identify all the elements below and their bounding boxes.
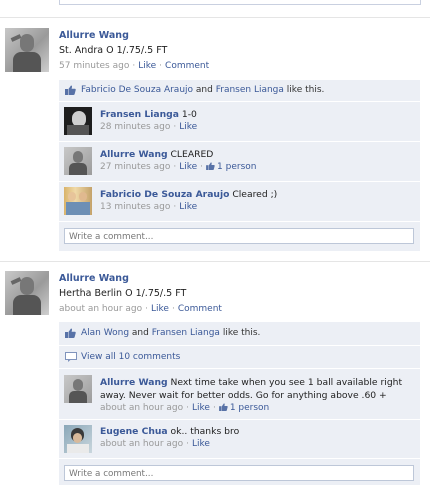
- comment-likes-count[interactable]: 1 person: [217, 162, 256, 172]
- comment-bubble-icon: [65, 352, 77, 362]
- like-link[interactable]: Like: [138, 61, 156, 71]
- avatar[interactable]: [64, 375, 92, 403]
- likes-and: and: [131, 328, 149, 338]
- likes-suffix: like this.: [286, 85, 325, 95]
- story-text: St. Andra O 1/.75/.5 FT: [59, 45, 168, 56]
- story-divider: [0, 261, 430, 262]
- story-meta: about an hour ago · Like · Comment: [59, 304, 222, 314]
- comment-like-link[interactable]: Like: [179, 162, 197, 172]
- comment-author[interactable]: Allurre Wang: [100, 149, 168, 160]
- comment-author[interactable]: Eugene Chua: [100, 426, 168, 437]
- comment-time: 28 minutes ago: [100, 122, 171, 132]
- comment-meta: 27 minutes ago · Like · 1 person: [100, 162, 257, 172]
- write-comment-row: Write a comment...: [59, 458, 420, 485]
- comment-panel: Fabricio De Souza Araujo and Fransen Lia…: [59, 80, 420, 251]
- comment-item: Fransen Lianga 1-0 28 minutes ago · Like: [59, 101, 420, 141]
- comment-like-link[interactable]: Like: [192, 403, 210, 413]
- like-user-link[interactable]: Fabricio De Souza Araujo: [81, 85, 193, 95]
- story-divider: [0, 17, 430, 18]
- comment-body: Eugene Chua ok.. thanks bro: [100, 425, 239, 438]
- comment-like-link[interactable]: Like: [192, 439, 210, 449]
- comment-author[interactable]: Fransen Lianga: [100, 109, 179, 120]
- comment-author[interactable]: Allurre Wang: [100, 377, 168, 388]
- like-user-link[interactable]: Fransen Lianga: [216, 85, 284, 95]
- write-comment-row: Write a comment...: [59, 221, 420, 251]
- comment-text-continued: away. Never wait for better odds. Go for…: [100, 390, 387, 401]
- comment-panel: Alan Wong and Fransen Lianga like this. …: [59, 322, 420, 485]
- comment-item: Allurre Wang Next time take when you see…: [59, 368, 420, 419]
- comment-meta: 13 minutes ago · Like: [100, 202, 198, 212]
- comment-text: Cleared ;): [232, 189, 278, 200]
- comment-body: Allurre Wang Next time take when you see…: [100, 376, 402, 402]
- thumbs-up-icon: [218, 403, 228, 411]
- like-user-link[interactable]: Fransen Lianga: [152, 328, 220, 338]
- comment-text: Next time take when you see 1 ball avail…: [170, 377, 403, 388]
- likes-row: Fabricio De Souza Araujo and Fransen Lia…: [59, 80, 420, 100]
- view-all-row: View all 10 comments: [59, 345, 420, 368]
- previous-comment-box[interactable]: [59, 0, 421, 5]
- avatar[interactable]: [64, 147, 92, 175]
- comment-item: Eugene Chua ok.. thanks bro about an hou…: [59, 419, 420, 458]
- comment-text: 1-0: [181, 109, 197, 120]
- thumbs-up-icon: [65, 328, 76, 338]
- thumbs-up-icon: [65, 85, 76, 95]
- like-user-link[interactable]: Alan Wong: [81, 328, 129, 338]
- comment-text: CLEARED: [170, 149, 214, 160]
- comment-time: about an hour ago: [100, 403, 184, 413]
- comment-body: Fransen Lianga 1-0: [100, 108, 197, 121]
- comment-author[interactable]: Fabricio De Souza Araujo: [100, 189, 229, 200]
- view-all-comments-link[interactable]: View all 10 comments: [81, 352, 180, 362]
- comment-link[interactable]: Comment: [165, 61, 209, 71]
- comment-input[interactable]: Write a comment...: [64, 465, 414, 481]
- comment-meta: 28 minutes ago · Like: [100, 122, 198, 132]
- like-link[interactable]: Like: [151, 304, 169, 314]
- comment-like-link[interactable]: Like: [179, 122, 197, 132]
- comment-input[interactable]: Write a comment...: [64, 228, 414, 244]
- comment-body: Allurre Wang CLEARED: [100, 148, 213, 161]
- comment-like-link[interactable]: Like: [179, 202, 197, 212]
- likes-row: Alan Wong and Fransen Lianga like this.: [59, 322, 420, 344]
- likes-and: and: [195, 85, 213, 95]
- story-author[interactable]: Allurre Wang: [59, 30, 129, 41]
- comment-time: 13 minutes ago: [100, 202, 171, 212]
- comment-item: Allurre Wang CLEARED 27 minutes ago · Like…: [59, 141, 420, 181]
- story-meta: 57 minutes ago · Like · Comment: [59, 61, 210, 71]
- comment-time: about an hour ago: [100, 439, 184, 449]
- comment-meta: about an hour ago · Like: [100, 439, 210, 449]
- avatar[interactable]: [64, 107, 92, 135]
- thumbs-up-icon: [206, 162, 215, 170]
- comment-likes-count[interactable]: 1 person: [230, 403, 269, 413]
- story-text: Hertha Berlin O 1/.75/.5 FT: [59, 288, 187, 299]
- likes-suffix: like this.: [222, 328, 261, 338]
- avatar[interactable]: [5, 28, 49, 72]
- avatar[interactable]: [64, 187, 92, 215]
- comment-meta: about an hour ago · Like · 1 person: [100, 403, 270, 413]
- avatar[interactable]: [5, 271, 49, 315]
- story-author[interactable]: Allurre Wang: [59, 273, 129, 284]
- comment-item: Fabricio De Souza Araujo Cleared ;) 13 m…: [59, 181, 420, 221]
- avatar[interactable]: [64, 425, 92, 453]
- story-time[interactable]: 57 minutes ago: [59, 61, 129, 71]
- story-time[interactable]: about an hour ago: [59, 304, 142, 314]
- comment-text: ok.. thanks bro: [170, 426, 240, 437]
- comment-time: 27 minutes ago: [100, 162, 171, 172]
- comment-link[interactable]: Comment: [178, 304, 222, 314]
- comment-body: Fabricio De Souza Araujo Cleared ;): [100, 188, 277, 201]
